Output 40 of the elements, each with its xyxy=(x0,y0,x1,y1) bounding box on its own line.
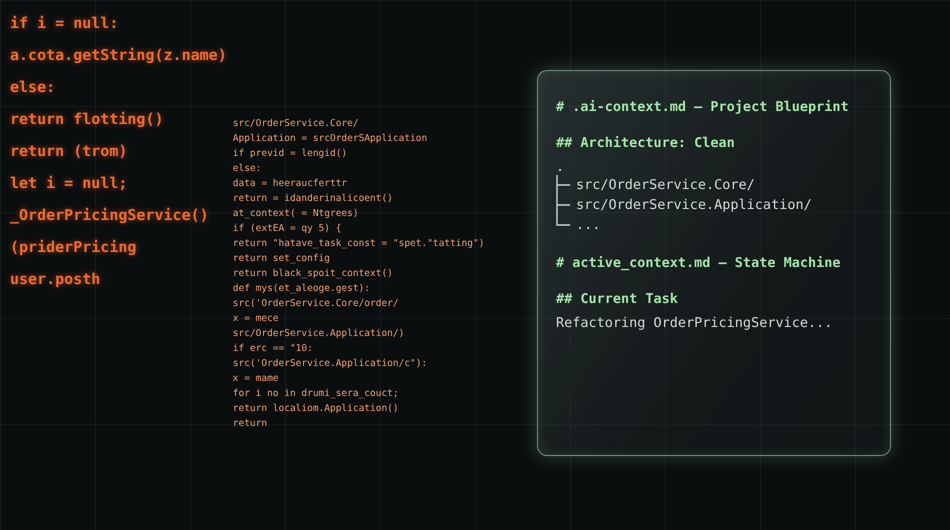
code-line: Application = srcOrderSApplication xyxy=(232,133,428,144)
code-line: src/OrderService.Core/ xyxy=(232,118,360,129)
markdown-subheading: ## Architecture: Clean xyxy=(556,135,736,151)
code-line: src('OrderService.Core/order/ xyxy=(232,298,400,309)
code-line: return localiom.Application() xyxy=(232,403,400,414)
code-line: data = heeraucferttr xyxy=(232,178,348,189)
tree-root: . xyxy=(556,159,566,175)
code-line: if i = null: xyxy=(10,14,118,32)
code-line: return flotting() xyxy=(10,110,164,128)
code-line: if (extEA = qy 5) { xyxy=(232,223,342,234)
task-text: Refactoring OrderPricingService... xyxy=(556,315,834,331)
code-line: x = mece xyxy=(232,313,280,324)
code-line: else: xyxy=(232,163,262,174)
code-line: a.cota.getString(z.name) xyxy=(10,46,227,64)
tree-item: ... xyxy=(576,217,600,233)
code-line: src/OrderService.Application/) xyxy=(232,328,406,339)
code-line: for i no in drumi_sera_couct; xyxy=(232,388,400,399)
code-line: let i = null; xyxy=(10,174,128,192)
code-line: return = idanderinalicoent() xyxy=(232,193,394,204)
code-line: return "hatave_task_const = "spet."tatting") xyxy=(232,238,484,249)
code-line: return xyxy=(232,418,268,429)
code-line: at_context( = Ntgrees) xyxy=(232,208,360,219)
code-line: return (trom) xyxy=(10,142,128,160)
tree-item: src/OrderService.Core/ xyxy=(576,177,755,193)
code-line: return black_spoit_context() xyxy=(232,268,394,279)
code-line: (priderPricing xyxy=(10,238,136,256)
markdown-heading: # .ai-context.md — Project Blueprint xyxy=(556,99,850,115)
tree-branch-icon xyxy=(556,175,570,195)
code-line: else: xyxy=(10,78,56,96)
code-line: src('OrderService.Application/c"): xyxy=(232,358,428,369)
code-line: if previd = lengid() xyxy=(232,148,348,159)
code-line: def mys(et_aleoge.gest): xyxy=(232,283,372,294)
markdown-subheading: ## Current Task xyxy=(556,291,679,307)
code-line: return set_config xyxy=(232,253,331,264)
code-line: if erc == "10: xyxy=(232,343,314,354)
markdown-heading: # active_context.md — State Machine xyxy=(556,255,842,271)
code-line: user.posth xyxy=(10,270,100,288)
code-line: _OrderPricingService() xyxy=(10,206,209,224)
code-line: x = mame xyxy=(232,373,280,384)
tree-item: src/OrderService.Application/ xyxy=(576,197,812,213)
